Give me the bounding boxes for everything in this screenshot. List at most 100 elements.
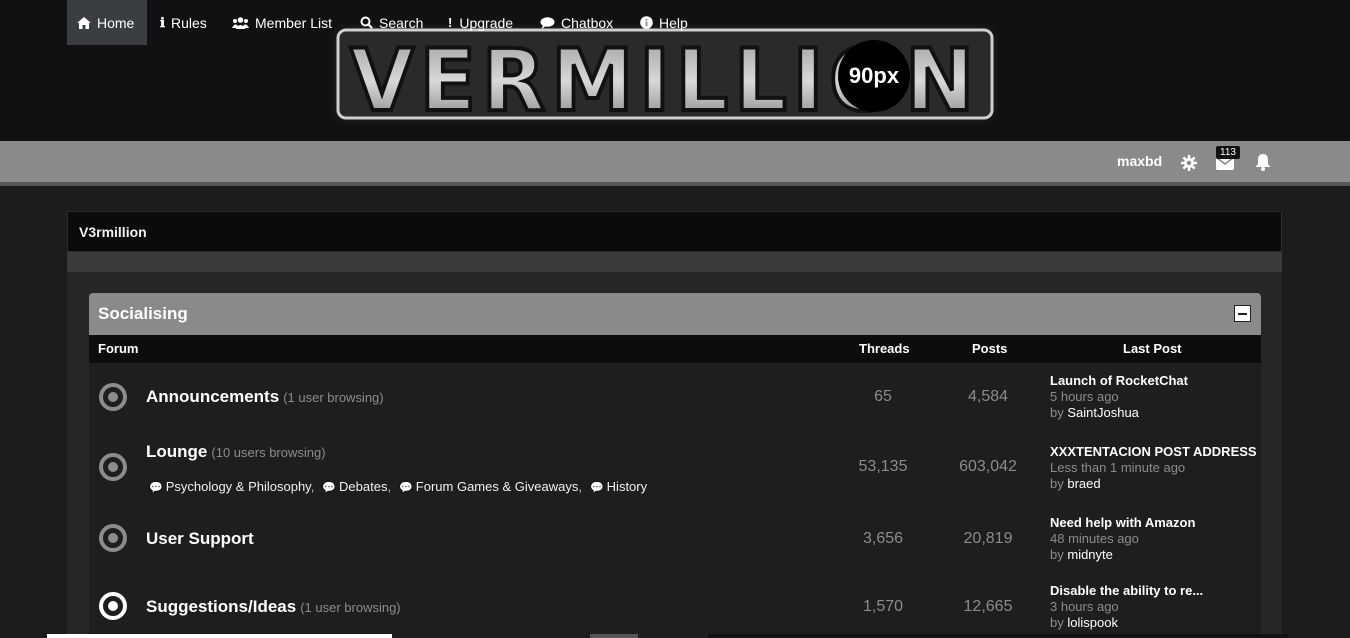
forum-title[interactable]: Suggestions/Ideas (1 user browsing): [146, 597, 401, 617]
last-post-time: Less than 1 minute ago: [1050, 460, 1186, 475]
nav-rules[interactable]: ℹ Rules: [160, 0, 207, 45]
nav-help[interactable]: Help: [640, 0, 688, 45]
settings-gear-icon[interactable]: [1181, 155, 1197, 171]
forum-row: Suggestions/Ideas (1 user browsing) 1,570…: [89, 575, 1261, 638]
last-post-title[interactable]: Launch of RocketChat: [1050, 373, 1188, 388]
forum-browsing-count: (1 user browsing): [283, 390, 384, 405]
current-username[interactable]: maxbd: [1117, 153, 1162, 169]
nav-search-label: Search: [379, 14, 424, 31]
col-last-post: Last Post: [1123, 341, 1182, 356]
subforum-link[interactable]: 💬 History: [590, 479, 647, 494]
nav-member-list[interactable]: Member List: [232, 0, 332, 45]
last-post-author: by midnyte: [1050, 547, 1113, 562]
forum-threads-count: 3,656: [862, 530, 904, 547]
category-header: Socialising: [89, 293, 1261, 335]
last-post-title[interactable]: Need help with Amazon: [1050, 515, 1195, 530]
last-post-user[interactable]: SaintJoshua: [1067, 405, 1139, 420]
forum-name-text: Announcements: [146, 387, 280, 406]
chat-icon: [540, 16, 555, 29]
last-post-time: 48 minutes ago: [1050, 531, 1139, 546]
subforum-link[interactable]: 💬 Debates: [322, 479, 387, 494]
forum-posts-count: 603,042: [959, 458, 1017, 475]
forum-title[interactable]: User Support: [146, 529, 258, 549]
col-forum: Forum: [98, 341, 139, 356]
last-post-title[interactable]: XXXTENTACION POST ADDRESS: [1050, 444, 1257, 459]
subforum-label: Debates: [339, 479, 388, 494]
category-title[interactable]: Socialising: [98, 304, 188, 324]
forum-posts-count: 12,665: [963, 598, 1013, 615]
forum-row: Lounge (10 users browsing) 💬 Psychology & …: [89, 431, 1261, 507]
nav-upgrade-label: Upgrade: [459, 14, 514, 31]
forum-read-status-icon: [99, 453, 127, 481]
by-label: by: [1050, 615, 1064, 630]
forum-name-text: Lounge: [146, 442, 208, 461]
forum-posts-count: 20,819: [963, 530, 1013, 547]
separator: ,: [387, 479, 392, 494]
last-post-user[interactable]: midnyte: [1067, 547, 1113, 562]
chat-bubble-icon: 💬: [322, 482, 337, 494]
subforum-list: 💬 Psychology & Philosophy, 💬 Debates, 💬 Forum…: [149, 479, 647, 494]
info-circle-icon: [640, 16, 653, 29]
forum-column-headers: Forum Threads Posts Last Post: [89, 335, 1261, 363]
search-icon: [360, 16, 373, 29]
last-post-user[interactable]: lolispook: [1067, 615, 1118, 630]
subforum-link[interactable]: 💬 Psychology & Philosophy: [149, 479, 311, 494]
forum-browsing-count: (1 user browsing): [300, 600, 401, 615]
forum-threads-count: 65: [874, 388, 892, 405]
scroll-bar-segment: [47, 634, 392, 638]
nav-upgrade[interactable]: ! Upgrade: [448, 0, 513, 45]
divider-strip: [67, 252, 1282, 272]
nav-rules-label: Rules: [170, 14, 207, 31]
forum-browsing-count: (10 users browsing): [211, 445, 326, 460]
scroll-bar-segment: [590, 634, 638, 638]
forum-read-status-icon: [99, 524, 127, 552]
chat-bubble-icon: 💬: [399, 482, 413, 494]
collapse-button[interactable]: [1234, 305, 1251, 322]
col-threads: Threads: [859, 341, 910, 356]
forum-read-status-icon: [99, 383, 127, 411]
forum-title[interactable]: Announcements (1 user browsing): [146, 387, 384, 407]
chat-bubble-icon: 💬: [589, 482, 604, 494]
nav-chatbox-label: Chatbox: [561, 14, 614, 31]
nav-help-label: Help: [659, 14, 688, 31]
subforum-link[interactable]: 💬 Forum Games & Giveaways: [399, 479, 578, 494]
forum-list: Announcements (1 user browsing) 65 4,584 …: [89, 363, 1261, 638]
exclamation-icon: !: [448, 15, 453, 30]
last-post-author: by lolispook: [1050, 615, 1118, 630]
forum-name-text: User Support: [146, 529, 254, 548]
last-post-user[interactable]: braed: [1067, 476, 1100, 491]
chat-bubble-icon: 💬: [149, 482, 163, 494]
separator: ,: [310, 479, 315, 494]
last-post-author: by SaintJoshua: [1050, 405, 1139, 420]
subforum-label: History: [606, 479, 648, 494]
separator: ,: [578, 479, 582, 494]
forum-title[interactable]: Lounge (10 users browsing): [146, 442, 326, 462]
scroll-bar-segment: [708, 634, 1288, 638]
nav-home-label: Home: [97, 14, 135, 31]
forum-unread-status-icon: [99, 592, 127, 620]
logo-badge: 90px: [838, 40, 910, 112]
nav-home[interactable]: Home: [67, 0, 147, 45]
nav-chatbox[interactable]: Chatbox: [540, 0, 613, 45]
subforum-label: Psychology & Philosophy: [165, 479, 311, 494]
mail-count-badge: 113: [1216, 146, 1240, 159]
last-post-title[interactable]: Disable the ability to re...: [1050, 583, 1203, 598]
subforum-label: Forum Games & Giveaways: [415, 479, 579, 494]
forum-threads-count: 53,135: [858, 458, 908, 475]
by-label: by: [1050, 405, 1064, 420]
by-label: by: [1050, 476, 1064, 491]
breadcrumb-root[interactable]: V3rmillion: [79, 224, 147, 240]
home-icon: [77, 16, 91, 29]
last-post-author: by braed: [1050, 476, 1101, 491]
bell-icon[interactable]: [1255, 154, 1271, 171]
nav-member-list-label: Member List: [255, 14, 333, 31]
col-posts: Posts: [972, 341, 1008, 356]
last-post-time: 5 hours ago: [1050, 389, 1119, 404]
forum-row: Announcements (1 user browsing) 65 4,584 …: [89, 363, 1261, 431]
breadcrumb: V3rmillion: [67, 211, 1282, 252]
info-icon: ℹ: [160, 14, 165, 30]
forum-row: User Support 3,656 20,819 Need help with…: [89, 507, 1261, 575]
nav-search[interactable]: Search: [360, 0, 423, 45]
forum-posts-count: 4,584: [967, 388, 1009, 405]
forum-threads-count: 1,570: [862, 598, 904, 615]
